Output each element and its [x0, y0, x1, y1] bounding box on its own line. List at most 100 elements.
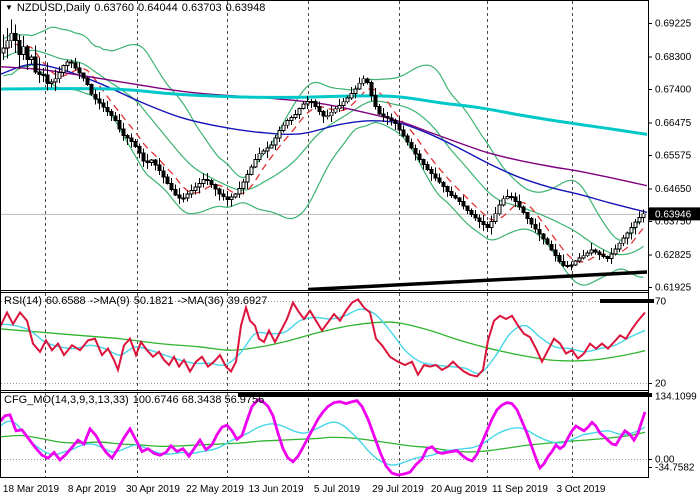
candle-body — [354, 89, 357, 94]
cfg-axis-label: 134.1099 — [655, 392, 697, 403]
ohlc-close: 0.63948 — [226, 2, 266, 14]
candle-body — [414, 148, 417, 154]
candle-body — [422, 160, 425, 165]
candle-body — [158, 165, 161, 171]
candle-body — [474, 214, 477, 218]
candle-body — [206, 179, 209, 180]
cfg-mo-indicator-header: CFG_MO(14,3,9,3,13,33) 100.6746 68.3438 5… — [4, 394, 268, 406]
candle-body — [314, 102, 317, 107]
candle-body — [554, 250, 557, 256]
rsi-ma9-value: 50.1821 — [134, 295, 174, 307]
ohlc-high: 0.64044 — [138, 2, 178, 14]
candle-body — [46, 75, 49, 84]
candle-body — [386, 116, 389, 117]
candle-body — [198, 183, 201, 187]
date-axis-label: 8 Apr 2019 — [68, 484, 117, 495]
candle-body — [426, 164, 429, 169]
candle-body — [102, 103, 105, 107]
candle-body — [82, 73, 85, 78]
chart-window[interactable]: 0.692250.683000.674000.664750.655750.646… — [0, 0, 700, 500]
candle-body — [538, 229, 541, 234]
rsi-value: 60.6588 — [46, 295, 86, 307]
candle-body — [618, 243, 621, 249]
price-axis-label: 0.61925 — [655, 282, 692, 293]
candle-body — [598, 252, 601, 255]
rsi-ma36-value: 39.6927 — [228, 295, 268, 307]
candle-body — [298, 109, 301, 115]
candle-body — [130, 138, 133, 141]
price-axis-label: 0.64650 — [655, 184, 692, 195]
candle-body — [442, 182, 445, 186]
candle-body — [210, 180, 213, 184]
candle-body — [18, 41, 21, 55]
candle-body — [590, 250, 593, 253]
candle-body — [226, 197, 229, 200]
candle-body — [6, 41, 9, 48]
candle-body — [162, 171, 165, 177]
candle-body — [54, 79, 57, 82]
symbol-dropdown-icon[interactable]: ▼ — [5, 3, 13, 12]
cfg-mo-values: 100.6746 68.3438 56.9756 — [133, 394, 265, 406]
candle-body — [574, 261, 577, 265]
candle-body — [258, 154, 261, 160]
candle-body — [542, 234, 545, 239]
candle-body — [26, 47, 29, 60]
time-axis: 18 Mar 20198 Apr 201930 Apr 201922 May 2… — [0, 478, 648, 500]
candle-body — [582, 256, 585, 258]
candle-body — [494, 214, 497, 222]
candle-body — [458, 198, 461, 201]
candle-body — [302, 104, 305, 109]
date-axis-label: 3 Oct 2019 — [557, 484, 606, 495]
candle-body — [190, 190, 193, 194]
cfg-mo-name: CFG_MO(14,3,9,3,13,33) — [4, 394, 129, 406]
candle-body — [526, 213, 529, 219]
candle-body — [374, 95, 377, 106]
candle-body — [222, 194, 225, 197]
candle-body — [366, 79, 369, 83]
candle-body — [118, 120, 121, 129]
candle-body — [86, 78, 89, 85]
candle-body — [202, 179, 205, 183]
candle-body — [626, 233, 629, 238]
candle-body — [498, 205, 501, 214]
candle-body — [502, 199, 505, 205]
candle-body — [318, 107, 321, 112]
candle-body — [238, 188, 241, 194]
price-axis-scale[interactable] — [649, 0, 700, 478]
ohlc-open: 0.63760 — [94, 2, 134, 14]
candle-body — [34, 57, 37, 72]
candle-body — [510, 196, 513, 197]
candle-body — [262, 151, 265, 154]
candle-body — [470, 210, 473, 214]
candle-body — [522, 207, 525, 213]
candle-body — [334, 109, 337, 112]
candle-body — [642, 214, 645, 218]
candle-body — [290, 117, 293, 120]
candle-body — [242, 182, 245, 188]
candle-body — [330, 112, 333, 116]
candle-body — [438, 178, 441, 182]
candle-body — [282, 125, 285, 130]
candle-body — [602, 255, 605, 257]
candle-body — [50, 82, 53, 83]
candle-body — [42, 74, 45, 75]
candle-body — [342, 102, 345, 106]
date-axis-label: 13 Jun 2019 — [248, 484, 303, 495]
chart-plot-area[interactable]: 0.692250.683000.674000.664750.655750.646… — [0, 0, 700, 500]
candle-body — [382, 114, 385, 116]
candle-body — [586, 253, 589, 256]
candle-body — [558, 256, 561, 262]
candle-body — [138, 147, 141, 153]
candle-body — [38, 72, 41, 74]
rsi-indicator-header: RSI(14)60.6588->MA(9)50.1821->MA(36)39.6… — [4, 295, 271, 307]
candle-body — [150, 160, 153, 162]
candle-body — [398, 124, 401, 130]
candle-body — [78, 68, 81, 73]
candle-body — [614, 249, 617, 254]
candle-body — [622, 238, 625, 243]
candle-body — [30, 57, 33, 60]
candle-body — [418, 154, 421, 159]
candle-body — [166, 177, 169, 184]
candle-body — [178, 195, 181, 198]
candle-body — [154, 160, 157, 165]
